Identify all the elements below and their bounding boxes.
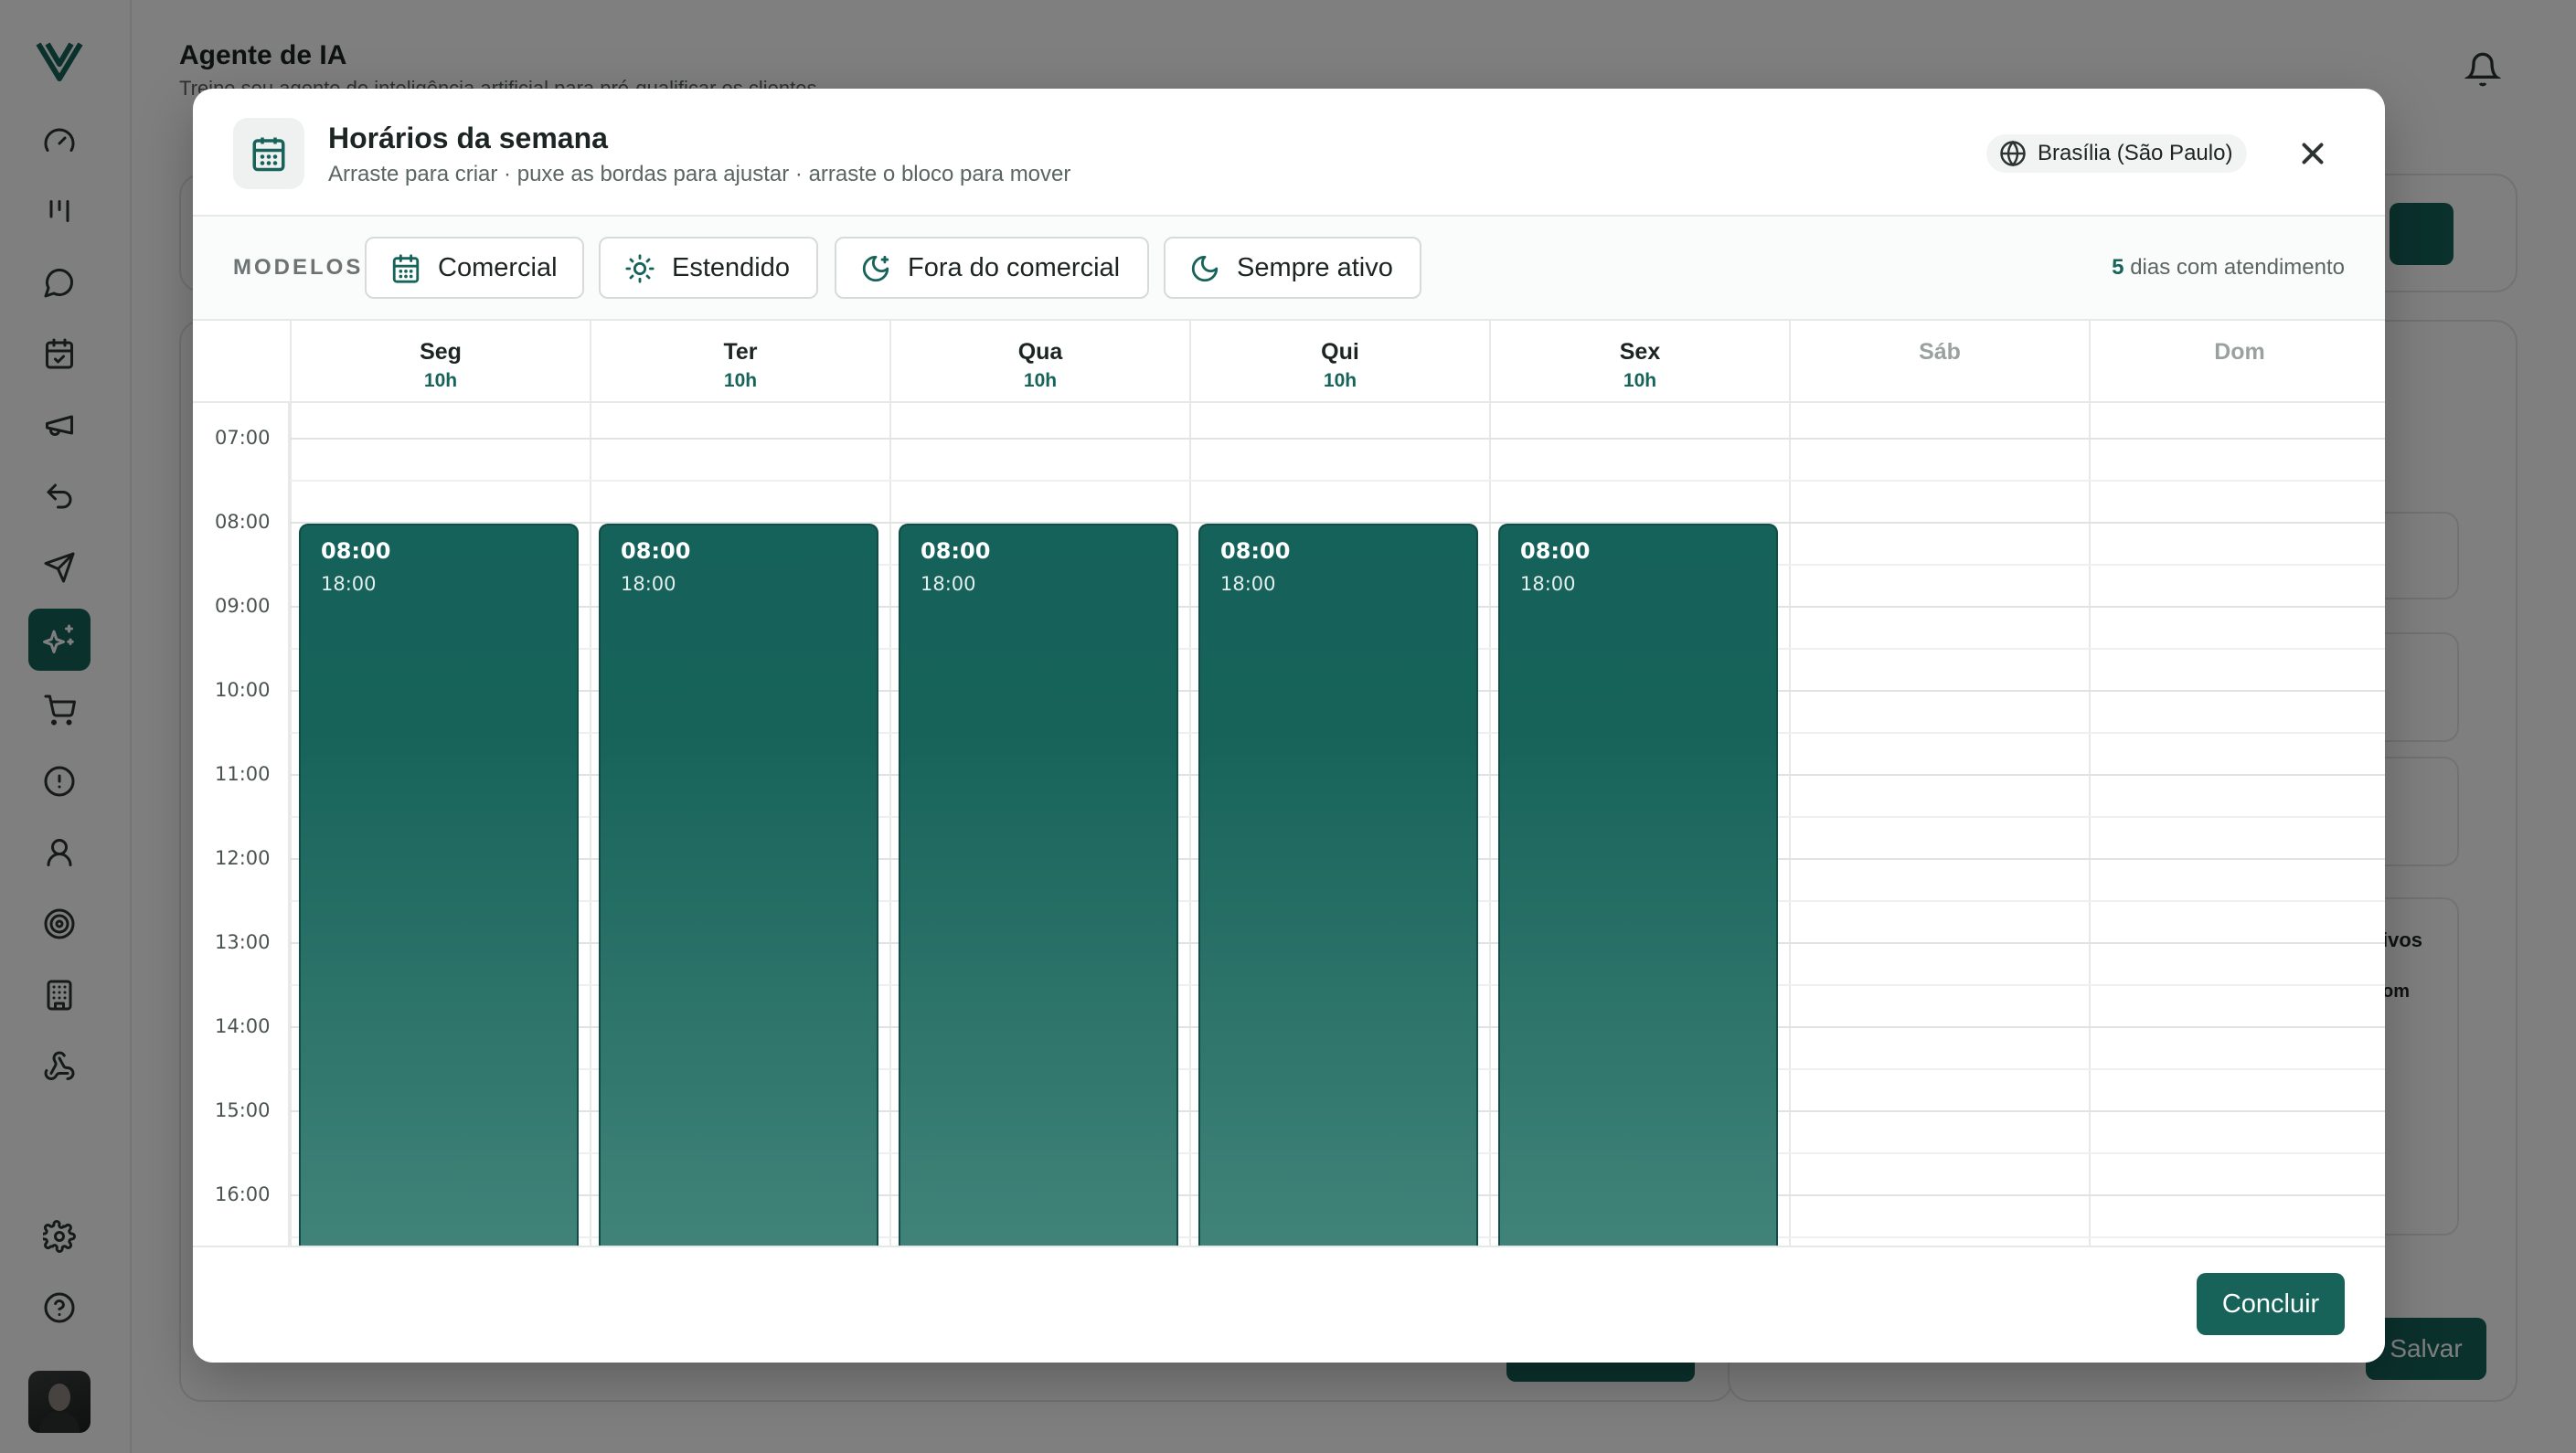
day-header-4: Sex 10h xyxy=(1489,321,1789,403)
time-label: 09:00 xyxy=(215,595,271,617)
modal-title: Horários da semana xyxy=(328,122,608,154)
globe-icon xyxy=(2000,140,2026,167)
sun-icon xyxy=(625,254,655,283)
day-header-0: Seg 10h xyxy=(290,321,590,403)
modal-header: Horários da semana Arraste para criar · … xyxy=(193,89,2385,217)
calendar-grid[interactable]: 07:00 08:00 09:00 10:00 11:00 12:00 13:00 14:00… xyxy=(193,396,2385,1246)
column-divider xyxy=(1489,403,1491,1246)
weekly-calendar: Seg 10h Ter 10h Qua 10h Qui 10h Sex 10h Sáb Dom 07:… xyxy=(193,321,2385,1246)
weekly-hours-modal: Horários da semana Arraste para criar · … xyxy=(193,89,2385,1363)
time-label: 12:00 xyxy=(215,847,271,869)
column-divider xyxy=(2089,403,2091,1246)
template-comercial-button[interactable]: Comercial xyxy=(365,237,584,299)
day-header-5: Sáb xyxy=(1789,321,2089,403)
block-start-time: 08:00 xyxy=(921,538,991,564)
template-label: Estendido xyxy=(672,252,790,282)
moon-star-icon xyxy=(862,255,889,282)
column-divider xyxy=(290,403,292,1246)
day-hours: 10h xyxy=(423,370,458,391)
days-count-number: 5 xyxy=(2112,255,2124,280)
block-end-time: 18:00 xyxy=(321,573,377,595)
days-count: 5 dias com atendimento xyxy=(2112,255,2345,281)
days-count-text: dias com atendimento xyxy=(2130,255,2345,280)
time-label: 14:00 xyxy=(215,1015,271,1037)
modal-subtitle: Arraste para criar · puxe as bordas para… xyxy=(328,162,1071,186)
block-start-time: 08:00 xyxy=(1220,538,1291,564)
template-label: Comercial xyxy=(438,252,558,282)
template-fora-do-comercial-button[interactable]: Fora do comercial xyxy=(835,237,1149,299)
day-header-1: Ter 10h xyxy=(590,321,889,403)
day-name: Sex xyxy=(1619,339,1661,365)
block-end-time: 18:00 xyxy=(921,573,976,595)
column-divider xyxy=(889,403,891,1246)
day-header-3: Qui 10h xyxy=(1189,321,1489,403)
half-hour-line xyxy=(290,480,2385,482)
schedule-block[interactable]: 08:00 18:00 xyxy=(899,524,1178,1246)
day-header-6: Dom xyxy=(2089,321,2385,403)
schedule-block[interactable]: 08:00 18:00 xyxy=(599,524,878,1246)
block-start-time: 08:00 xyxy=(621,538,691,564)
day-header-2: Qua 10h xyxy=(889,321,1189,403)
calendar-icon xyxy=(392,254,420,283)
close-icon[interactable] xyxy=(2295,136,2330,171)
day-hours: 10h xyxy=(1323,370,1357,391)
template-label: Fora do comercial xyxy=(908,252,1121,282)
day-name: Qua xyxy=(1017,339,1063,365)
done-button[interactable]: Concluir xyxy=(2197,1273,2345,1335)
day-hours: 10h xyxy=(1023,370,1058,391)
time-label: 10:00 xyxy=(215,679,271,701)
column-divider xyxy=(590,403,591,1246)
schedule-block[interactable]: 08:00 18:00 xyxy=(1198,524,1478,1246)
moon-icon xyxy=(1191,255,1219,282)
schedule-block[interactable]: 08:00 18:00 xyxy=(299,524,579,1246)
hour-line xyxy=(290,438,2385,440)
day-name: Ter xyxy=(723,339,758,365)
day-hours: 10h xyxy=(723,370,758,391)
day-name: Dom xyxy=(2214,339,2265,365)
day-name: Seg xyxy=(420,339,462,365)
template-sempre-ativo-button[interactable]: Sempre ativo xyxy=(1164,237,1421,299)
template-estendido-button[interactable]: Estendido xyxy=(599,237,818,299)
models-label: MODELOS xyxy=(233,255,364,280)
block-start-time: 08:00 xyxy=(321,538,391,564)
day-name: Sáb xyxy=(1919,339,1961,365)
block-end-time: 18:00 xyxy=(621,573,676,595)
models-toolbar: MODELOS Comercial Estendido Fora do come… xyxy=(193,217,2385,321)
calendar-header: Seg 10h Ter 10h Qua 10h Qui 10h Sex 10h Sáb Dom xyxy=(193,321,2385,403)
schedule-block[interactable]: 08:00 18:00 xyxy=(1498,524,1778,1246)
day-name: Qui xyxy=(1321,339,1359,365)
calendar-icon xyxy=(233,118,304,189)
time-label: 07:00 xyxy=(215,427,271,449)
block-start-time: 08:00 xyxy=(1520,538,1591,564)
time-label: 16:00 xyxy=(215,1183,271,1205)
time-label: 08:00 xyxy=(215,511,271,533)
timezone-badge[interactable]: Brasília (São Paulo) xyxy=(1986,134,2248,173)
column-divider xyxy=(1789,403,1791,1246)
day-hours: 10h xyxy=(1623,370,1657,391)
block-end-time: 18:00 xyxy=(1520,573,1576,595)
time-label: 13:00 xyxy=(215,931,271,953)
time-label: 15:00 xyxy=(215,1099,271,1121)
column-divider xyxy=(1189,403,1191,1246)
time-label: 11:00 xyxy=(215,763,271,785)
timezone-label: Brasília (São Paulo) xyxy=(2038,141,2233,165)
template-label: Sempre ativo xyxy=(1237,252,1393,282)
block-end-time: 18:00 xyxy=(1220,573,1276,595)
modal-footer: Concluir xyxy=(193,1246,2385,1363)
